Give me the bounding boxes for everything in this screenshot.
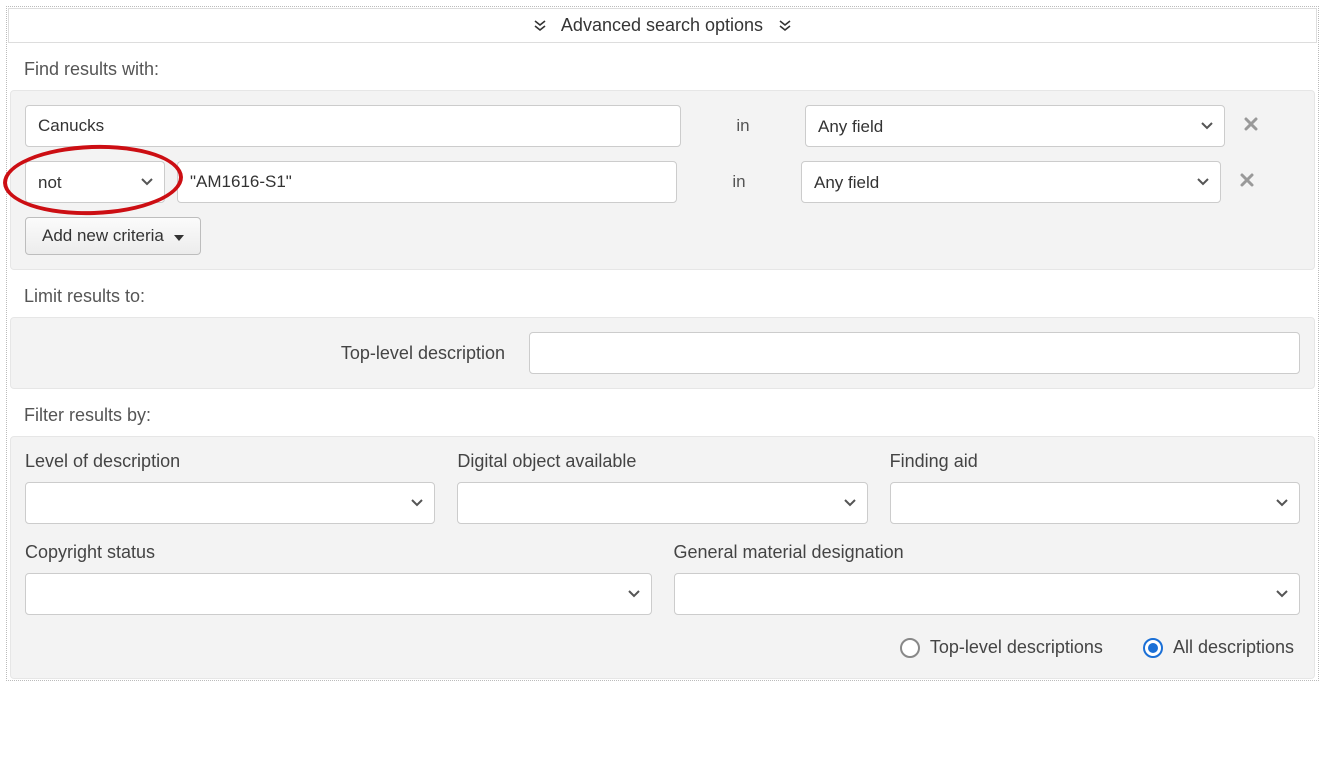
limit-panel: Top-level description bbox=[10, 317, 1315, 389]
criteria-row: in Any field bbox=[25, 105, 1300, 147]
level-of-description-label: Level of description bbox=[25, 451, 435, 472]
criteria-row: not in Any field bbox=[25, 161, 1300, 203]
close-icon bbox=[1243, 115, 1259, 137]
top-level-description-input[interactable] bbox=[529, 332, 1300, 374]
description-scope-radios: Top-level descriptions All descriptions bbox=[25, 637, 1300, 658]
search-term-wrap bbox=[25, 105, 681, 147]
operator-wrap: not bbox=[25, 161, 165, 203]
radio-top-level-descriptions[interactable]: Top-level descriptions bbox=[900, 637, 1103, 658]
search-term-input[interactable] bbox=[177, 161, 677, 203]
in-label: in bbox=[689, 172, 789, 192]
caret-down-icon bbox=[174, 226, 184, 246]
advanced-search-header[interactable]: Advanced search options bbox=[8, 8, 1317, 43]
finding-aid-select[interactable] bbox=[890, 482, 1300, 524]
remove-criteria-button[interactable] bbox=[1237, 115, 1265, 138]
add-criteria-label: Add new criteria bbox=[42, 226, 164, 246]
search-term-wrap bbox=[177, 161, 677, 203]
operator-select[interactable]: not bbox=[25, 161, 165, 203]
find-panel: in Any field not bbox=[10, 90, 1315, 270]
add-criteria-button[interactable]: Add new criteria bbox=[25, 217, 201, 255]
finding-aid-label: Finding aid bbox=[890, 451, 1300, 472]
field-select[interactable]: Any field bbox=[805, 105, 1225, 147]
radio-label: All descriptions bbox=[1173, 637, 1294, 658]
field-select-wrap: Any field bbox=[801, 161, 1221, 203]
field-select-wrap: Any field bbox=[805, 105, 1225, 147]
find-results-label: Find results with: bbox=[10, 59, 1315, 80]
level-of-description-select[interactable] bbox=[25, 482, 435, 524]
filter-results-label: Filter results by: bbox=[10, 405, 1315, 426]
copyright-status-label: Copyright status bbox=[25, 542, 652, 563]
top-level-description-wrap bbox=[529, 332, 1300, 374]
chevron-double-down-icon bbox=[778, 19, 792, 33]
copyright-status-select[interactable] bbox=[25, 573, 652, 615]
remove-criteria-button[interactable] bbox=[1233, 171, 1261, 194]
close-icon bbox=[1239, 171, 1255, 193]
search-term-input[interactable] bbox=[25, 105, 681, 147]
in-label: in bbox=[693, 116, 793, 136]
digital-object-available-select[interactable] bbox=[457, 482, 867, 524]
filter-panel: Level of description Digital object avai… bbox=[10, 436, 1315, 679]
radio-icon bbox=[1143, 638, 1163, 658]
field-select[interactable]: Any field bbox=[801, 161, 1221, 203]
header-title: Advanced search options bbox=[561, 15, 763, 35]
radio-icon bbox=[900, 638, 920, 658]
digital-object-available-label: Digital object available bbox=[457, 451, 867, 472]
top-level-description-label: Top-level description bbox=[25, 343, 505, 364]
radio-label: Top-level descriptions bbox=[930, 637, 1103, 658]
advanced-search-container: Advanced search options Find results wit… bbox=[6, 6, 1319, 681]
limit-results-label: Limit results to: bbox=[10, 286, 1315, 307]
chevron-double-down-icon bbox=[533, 19, 547, 33]
general-material-designation-label: General material designation bbox=[674, 542, 1301, 563]
radio-all-descriptions[interactable]: All descriptions bbox=[1143, 637, 1294, 658]
general-material-designation-select[interactable] bbox=[674, 573, 1301, 615]
